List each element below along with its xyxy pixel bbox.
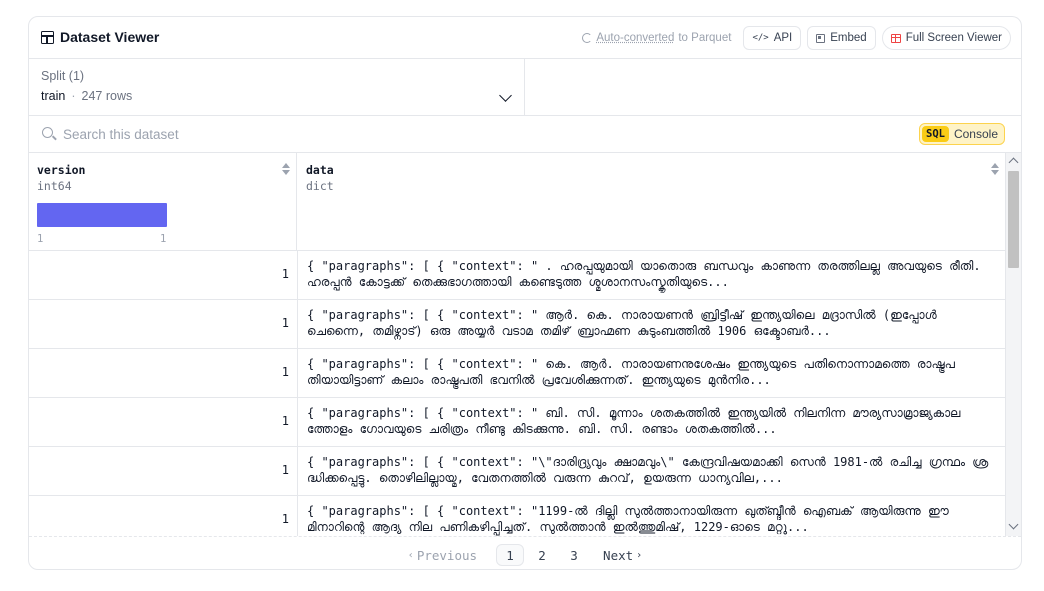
chevron-left-icon: ‹ [407,549,414,561]
search-row: SQL Console [29,116,1021,153]
previous-label: Previous [416,547,478,563]
auto-converted-suffix: to Parquet [678,32,732,44]
version-cell: 1 [29,300,298,348]
data-table: version int64 1 1 data dict 1 { "paragra… [29,153,1005,536]
dataset-viewer-panel: Dataset Viewer Auto-converted to Parquet… [28,16,1022,570]
version-value: 1 [281,316,289,330]
scrollbar-thumb[interactable] [1008,171,1019,268]
version-value: 1 [281,463,289,477]
version-value: 1 [281,414,289,428]
auto-converted-link[interactable]: Auto-converted [596,32,674,44]
sql-console-label: Console [953,127,998,141]
data-cell: { "paragraphs": [ { "context": "1199-ൽ ദ… [307,504,949,534]
full-screen-viewer-button[interactable]: Full Screen Viewer [881,26,1011,50]
split-value: train · 247 rows [41,89,132,103]
chevron-right-icon: › [636,549,643,561]
api-button[interactable]: </> API [743,26,802,50]
table-row[interactable]: 1 { "paragraphs": [ { "context": "\"ദാരി… [29,446,1005,495]
table-body: 1 { "paragraphs": [ { "context": " . ഹരപ… [29,250,1005,536]
histogram-bar[interactable] [37,203,167,227]
data-cell: { "paragraphs": [ { "context": " ബി. സി.… [307,406,961,436]
version-cell: 1 [29,251,298,299]
embed-label: Embed [830,32,867,44]
column-name: data [306,163,334,177]
search-input[interactable] [63,124,563,144]
full-screen-label: Full Screen Viewer [905,32,1002,44]
column-header-version[interactable]: version int64 1 1 [29,153,297,250]
histogram-min: 1 [37,233,44,245]
embed-icon [816,33,826,43]
api-label: API [773,32,793,44]
table-row[interactable]: 1 { "paragraphs": [ { "context": "1199-ൽ… [29,495,1005,536]
column-header-data[interactable]: data dict [298,153,1005,250]
chevron-down-icon [499,89,512,102]
table-row[interactable]: 1 { "paragraphs": [ { "context": " ബി. സ… [29,397,1005,446]
version-value: 1 [281,365,289,379]
data-cell: { "paragraphs": [ { "context": " കെ. ആർ.… [307,357,955,387]
data-cell: { "paragraphs": [ { "context": " . ഹരപ്പ… [307,259,981,289]
previous-page-button[interactable]: ‹ Previous [398,544,484,566]
version-value: 1 [281,512,289,526]
scroll-down-icon[interactable] [1008,519,1019,530]
page-button-2[interactable]: 2 [528,544,556,566]
table-icon [41,30,54,44]
sql-tag: SQL [922,126,949,142]
viewer-header: Dataset Viewer Auto-converted to Parquet… [29,17,1021,59]
code-icon: </> [752,33,769,43]
next-label: Next [603,547,634,563]
sync-icon [582,33,593,43]
split-selector[interactable]: Split (1) train · 247 rows [29,59,525,115]
table-grid-icon [890,33,901,43]
column-type: int64 [37,179,72,193]
version-value: 1 [281,267,289,281]
page-button-1[interactable]: 1 [496,544,525,566]
split-label: Split (1) [41,69,85,83]
pagination-controls: ‹ Previous 1 2 3 Next › [29,544,1021,566]
version-cell: 1 [29,496,298,536]
vertical-scrollbar[interactable] [1005,153,1021,536]
column-type: dict [306,179,334,193]
viewer-title-text: Dataset Viewer [60,29,160,45]
version-cell: 1 [29,398,298,446]
histogram-max: 1 [160,233,167,245]
next-page-button[interactable]: Next › [596,544,652,566]
embed-button[interactable]: Embed [807,26,876,50]
viewer-title: Dataset Viewer [41,29,159,45]
data-cell: { "paragraphs": [ { "context": "\"ദാരിദ്… [307,455,989,485]
sort-icon[interactable] [282,163,290,177]
page-button-3[interactable]: 3 [560,544,588,566]
data-cell: { "paragraphs": [ { "context": " ആർ. കെ.… [307,308,937,338]
table-row[interactable]: 1 { "paragraphs": [ { "context": " കെ. ആ… [29,348,1005,397]
split-separator: · [71,89,76,103]
sort-icon[interactable] [991,163,999,177]
scroll-up-icon[interactable] [1008,157,1019,168]
split-row-count: 247 rows [81,89,133,103]
version-cell: 1 [29,349,298,397]
table-row[interactable]: 1 { "paragraphs": [ { "context": " ആർ. ക… [29,299,1005,348]
column-name: version [37,163,86,177]
sql-console-button[interactable]: SQL Console [919,123,1005,145]
version-cell: 1 [29,447,298,495]
table-row[interactable]: 1 { "paragraphs": [ { "context": " . ഹരപ… [29,250,1005,299]
split-name: train [41,89,66,103]
search-icon [42,127,53,138]
split-row: Split (1) train · 247 rows [29,59,1021,116]
pagination: ‹ Previous 1 2 3 Next › [29,536,1021,569]
header-actions: Auto-converted to Parquet </> API Embed … [582,26,1011,50]
auto-converted-note: Auto-converted to Parquet [582,32,731,44]
